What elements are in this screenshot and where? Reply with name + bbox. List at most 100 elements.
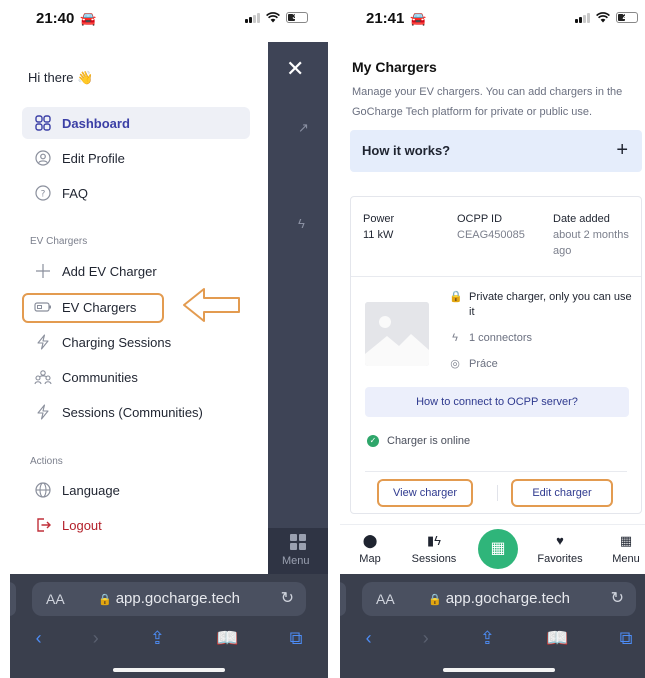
car-icon: 🚘 <box>410 11 427 26</box>
close-icon[interactable]: ✕ <box>286 58 304 80</box>
address-bar[interactable]: AA 🔒 app.gocharge.tech ↻ <box>362 582 636 616</box>
nav-faq-label: FAQ <box>62 185 89 201</box>
nav-language[interactable]: Language <box>22 474 250 506</box>
page-title: My Chargers <box>352 59 437 75</box>
side-drawer: Hi there 👋 Dashboard Edit Profile ? FAQ … <box>10 42 268 574</box>
tab-menu-label: Menu <box>612 553 640 565</box>
plus-icon <box>34 262 52 280</box>
tabs-icon[interactable]: ⧉ <box>620 628 633 649</box>
status-bar: 21:40 🚘 30 <box>10 0 328 40</box>
nav-add-ev-charger-label: Add EV Charger <box>62 263 157 279</box>
power-value: 11 kW <box>363 229 394 241</box>
date-value: about 2 months ago <box>553 229 629 257</box>
nav-charging-sessions[interactable]: Charging Sessions <box>22 326 250 358</box>
nav-faq[interactable]: ? FAQ <box>22 177 250 209</box>
ocpp-column: OCPP ID CEAG450085 <box>457 211 547 243</box>
date-column: Date added about 2 months ago <box>553 211 633 259</box>
nav-language-label: Language <box>62 482 120 498</box>
heart-icon: ♥ <box>556 533 564 548</box>
nav-dashboard[interactable]: Dashboard <box>22 107 250 139</box>
back-icon[interactable]: ‹ <box>366 628 372 649</box>
edit-charger-button[interactable]: Edit charger <box>511 479 613 507</box>
globe-icon <box>34 481 52 499</box>
nav-logout[interactable]: Logout <box>22 509 250 541</box>
lock-icon: 🔒 <box>449 291 463 303</box>
lock-icon: 🔒 <box>428 594 442 606</box>
grid-icon <box>290 534 306 550</box>
browser-toolbar: AA 🔒 app.gocharge.tech ↻ ‹ › ⇪ 📖 ⧉ <box>10 574 328 678</box>
tab-favorites[interactable]: ♥ Favorites <box>530 533 590 565</box>
nav-logout-label: Logout <box>62 517 102 533</box>
phone-right-screen: 21:41 🚘 29 My Chargers Manage your EV cha… <box>340 0 645 678</box>
tabs-icon[interactable]: ⧉ <box>290 628 303 649</box>
connectors-info: ϟ 1 connectors <box>449 331 532 346</box>
nav-sessions-communities[interactable]: Sessions (Communities) <box>22 396 250 428</box>
charger-image-placeholder <box>365 302 429 366</box>
menu-tab-behind[interactable]: Menu <box>268 528 328 574</box>
how-it-works-label: How it works? <box>362 143 451 158</box>
trend-icon: ↗ <box>298 120 309 135</box>
nav-dashboard-label: Dashboard <box>62 115 130 131</box>
tab-favorites-label: Favorites <box>537 553 583 565</box>
phone-left-screen: 21:40 🚘 30 ✕ ↗ ϟ Menu Hi there 👋 Dashboar… <box>10 0 328 678</box>
nav-add-ev-charger[interactable]: Add EV Charger <box>22 255 250 287</box>
nav-communities-label: Communities <box>62 369 138 385</box>
tab-sessions[interactable]: ▮ϟ Sessions <box>404 533 464 565</box>
share-icon[interactable]: ⇪ <box>480 628 495 649</box>
home-indicator <box>113 668 225 672</box>
tab-map[interactable]: ⬤ Map <box>340 533 400 565</box>
ocpp-help-button[interactable]: How to connect to OCPP server? <box>365 387 629 417</box>
wifi-icon <box>596 12 610 23</box>
private-charger-text: Private charger, only you can use it <box>469 291 632 318</box>
nav-edit-profile[interactable]: Edit Profile <box>22 142 250 174</box>
back-icon[interactable]: ‹ <box>36 628 42 649</box>
status-time: 21:40 🚘 <box>36 10 97 27</box>
bookmarks-icon[interactable]: 📖 <box>546 628 568 649</box>
share-icon[interactable]: ⇪ <box>150 628 165 649</box>
ocpp-label: OCPP ID <box>457 213 503 225</box>
wave-emoji: 👋 <box>77 70 94 85</box>
bookmarks-icon[interactable]: 📖 <box>216 628 238 649</box>
reload-icon[interactable]: ↻ <box>281 588 294 608</box>
grid-icon: ▦ <box>619 533 633 548</box>
signal-icon <box>575 12 590 23</box>
how-it-works-accordion[interactable]: How it works? + <box>350 130 642 172</box>
charging-station-icon: ▮ϟ <box>426 533 442 548</box>
nav-sessions-communities-label: Sessions (Communities) <box>62 404 203 420</box>
status-time: 21:41 🚘 <box>366 10 427 27</box>
nav-charging-sessions-label: Charging Sessions <box>62 334 172 350</box>
lightning-icon <box>34 333 52 351</box>
wifi-icon <box>266 12 280 23</box>
map-pin-icon: ⬤ <box>362 533 378 548</box>
qr-scan-button[interactable]: ▦ <box>478 529 518 569</box>
location-pin-icon: ◎ <box>450 358 460 370</box>
online-status-text: Charger is online <box>387 435 471 447</box>
profile-icon <box>34 149 52 167</box>
signal-icon <box>245 12 260 23</box>
power-label: Power <box>363 213 395 225</box>
address-bar[interactable]: AA 🔒 app.gocharge.tech ↻ <box>32 582 306 616</box>
nav-communities[interactable]: Communities <box>22 361 250 393</box>
power-column: Power 11 kW <box>363 211 443 243</box>
button-divider <box>497 485 498 501</box>
menu-label: Menu <box>282 555 310 567</box>
tab-sessions-label: Sessions <box>411 553 457 565</box>
location-text: Práce <box>469 358 498 370</box>
view-charger-button[interactable]: View charger <box>377 479 473 507</box>
qr-code-icon: ▦ <box>490 540 506 557</box>
page-behind-overlay[interactable]: ✕ ↗ ϟ <box>268 42 328 574</box>
lock-icon: 🔒 <box>98 594 112 606</box>
forward-icon[interactable]: › <box>93 628 99 649</box>
home-indicator <box>443 668 555 672</box>
divider <box>365 471 627 472</box>
tab-menu[interactable]: ▦ Menu <box>596 533 645 565</box>
battery-icon: 29 <box>616 12 638 23</box>
connectors-text: 1 connectors <box>469 332 532 344</box>
section-ev-chargers: EV Chargers <box>30 236 88 247</box>
reload-icon[interactable]: ↻ <box>611 588 624 608</box>
battery-level: 29 <box>622 12 632 21</box>
url-text: 🔒 app.gocharge.tech <box>98 590 240 607</box>
lightning-icon: ϟ <box>298 216 305 231</box>
forward-icon[interactable]: › <box>423 628 429 649</box>
location-info: ◎ Práce <box>449 357 498 372</box>
